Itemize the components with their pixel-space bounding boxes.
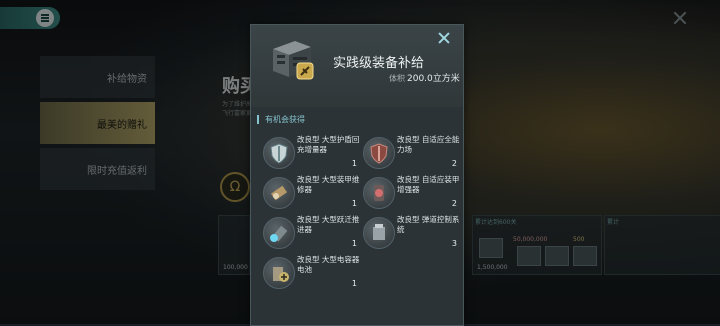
- shield-red-icon: [363, 137, 395, 169]
- item-quantity: 1: [351, 279, 357, 288]
- item-name: 改良型 大型跃迁推进器: [297, 215, 360, 234]
- item-quantity: 1: [351, 159, 357, 168]
- capacitor-battery-icon: [263, 257, 295, 289]
- reward-item[interactable]: 改良型 大型电容器电池 1: [259, 255, 359, 291]
- reward-item[interactable]: 改良型 自适应全能力场 2: [359, 135, 459, 171]
- item-name: 改良型 大型装甲维修器: [297, 175, 360, 194]
- reward-item[interactable]: 改良型 大型护盾回充增量器 1: [259, 135, 359, 171]
- armor-hardener-icon: [363, 177, 395, 209]
- item-name: 改良型 自适应全能力场: [397, 135, 460, 154]
- item-quantity: 3: [451, 239, 457, 248]
- item-name: 改良型 自适应装甲增强器: [397, 175, 460, 194]
- ballistic-control-icon: [363, 217, 395, 249]
- warp-drive-icon: [263, 217, 295, 249]
- item-detail-popup: 实践级装备补给 体积 200.0立方米 有机会获得 改良型 大型护盾回充增量器 1…: [250, 24, 464, 326]
- reward-item[interactable]: 改良型 大型装甲维修器 1: [259, 175, 359, 211]
- item-quantity: 1: [351, 199, 357, 208]
- armor-repair-icon: [263, 177, 295, 209]
- item-name: 改良型 弹道控制系统: [397, 215, 460, 234]
- section-heading: 有机会获得: [257, 115, 305, 124]
- volume-info: 体积 200.0立方米: [389, 71, 460, 84]
- item-quantity: 2: [451, 199, 457, 208]
- reward-item[interactable]: 改良型 弹道控制系统 3: [359, 215, 459, 251]
- supply-crate-icon: [269, 35, 315, 81]
- item-name: 改良型 大型电容器电池: [297, 255, 360, 274]
- shield-icon: [263, 137, 295, 169]
- item-quantity: 2: [451, 159, 457, 168]
- reward-item[interactable]: 改良型 大型跃迁推进器 1: [259, 215, 359, 251]
- volume-value: 200.0立方米: [407, 74, 460, 84]
- item-quantity: 1: [351, 239, 357, 248]
- popup-title: 实践级装备补给: [333, 56, 425, 71]
- item-name: 改良型 大型护盾回充增量器: [297, 135, 360, 154]
- reward-item[interactable]: 改良型 自适应装甲增强器 2: [359, 175, 459, 211]
- close-icon[interactable]: [437, 31, 451, 45]
- volume-label: 体积: [389, 74, 405, 83]
